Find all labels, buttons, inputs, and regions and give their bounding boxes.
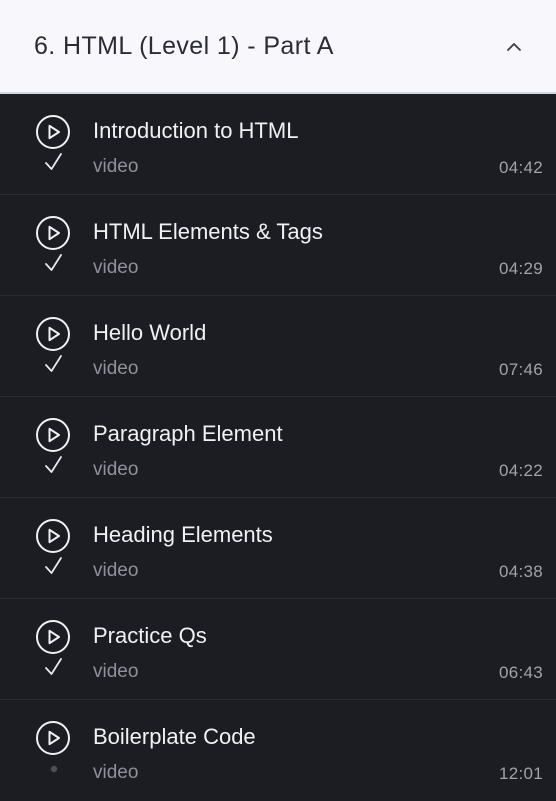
lecture-type: video xyxy=(93,560,139,581)
section-header[interactable]: 6. HTML (Level 1) - Part A xyxy=(0,0,556,94)
check-icon xyxy=(44,354,64,374)
play-circle-icon[interactable] xyxy=(35,417,71,453)
lecture-item[interactable]: Practice Qs video 06:43 xyxy=(0,599,556,700)
lecture-duration: 04:29 xyxy=(498,259,543,278)
play-circle-icon[interactable] xyxy=(35,215,71,251)
lecture-title: Paragraph Element xyxy=(93,421,283,446)
lecture-type: video xyxy=(93,762,139,783)
check-icon xyxy=(44,253,64,273)
lecture-duration: 04:38 xyxy=(498,562,543,581)
check-icon xyxy=(44,657,64,677)
lecture-item[interactable]: Boilerplate Code video 12:01 xyxy=(0,700,556,801)
lecture-title: HTML Elements & Tags xyxy=(93,219,323,244)
chevron-up-icon[interactable] xyxy=(500,32,528,60)
lecture-type: video xyxy=(93,661,139,682)
check-icon xyxy=(44,152,64,172)
check-icon xyxy=(44,556,64,576)
play-circle-icon[interactable] xyxy=(35,720,71,756)
lecture-item[interactable]: Heading Elements video 04:38 xyxy=(0,498,556,599)
lecture-type: video xyxy=(93,257,139,278)
lecture-list: Introduction to HTML video 04:42 HTML El… xyxy=(0,94,556,801)
lecture-duration: 12:01 xyxy=(498,764,543,783)
lecture-item[interactable]: Paragraph Element video 04:22 xyxy=(0,397,556,498)
lecture-title: Boilerplate Code xyxy=(93,724,256,749)
play-circle-icon[interactable] xyxy=(35,114,71,150)
play-circle-icon[interactable] xyxy=(35,316,71,352)
lecture-duration: 06:43 xyxy=(498,663,543,682)
play-circle-icon[interactable] xyxy=(35,518,71,554)
lecture-title: Heading Elements xyxy=(93,522,273,547)
lecture-duration: 04:22 xyxy=(498,461,543,480)
section-title: 6. HTML (Level 1) - Part A xyxy=(34,31,334,60)
lecture-type: video xyxy=(93,358,139,379)
check-icon xyxy=(44,455,64,475)
dot-icon xyxy=(44,758,64,778)
play-circle-icon[interactable] xyxy=(35,619,71,655)
lecture-duration: 07:46 xyxy=(498,360,543,379)
lecture-type: video xyxy=(93,156,139,177)
lecture-title: Hello World xyxy=(93,320,207,345)
lecture-type: video xyxy=(93,459,139,480)
lecture-item[interactable]: Hello World video 07:46 xyxy=(0,296,556,397)
lecture-title: Introduction to HTML xyxy=(93,118,299,143)
lecture-title: Practice Qs xyxy=(93,623,207,648)
lecture-duration: 04:42 xyxy=(498,158,543,177)
lecture-item[interactable]: HTML Elements & Tags video 04:29 xyxy=(0,195,556,296)
lecture-item[interactable]: Introduction to HTML video 04:42 xyxy=(0,94,556,195)
